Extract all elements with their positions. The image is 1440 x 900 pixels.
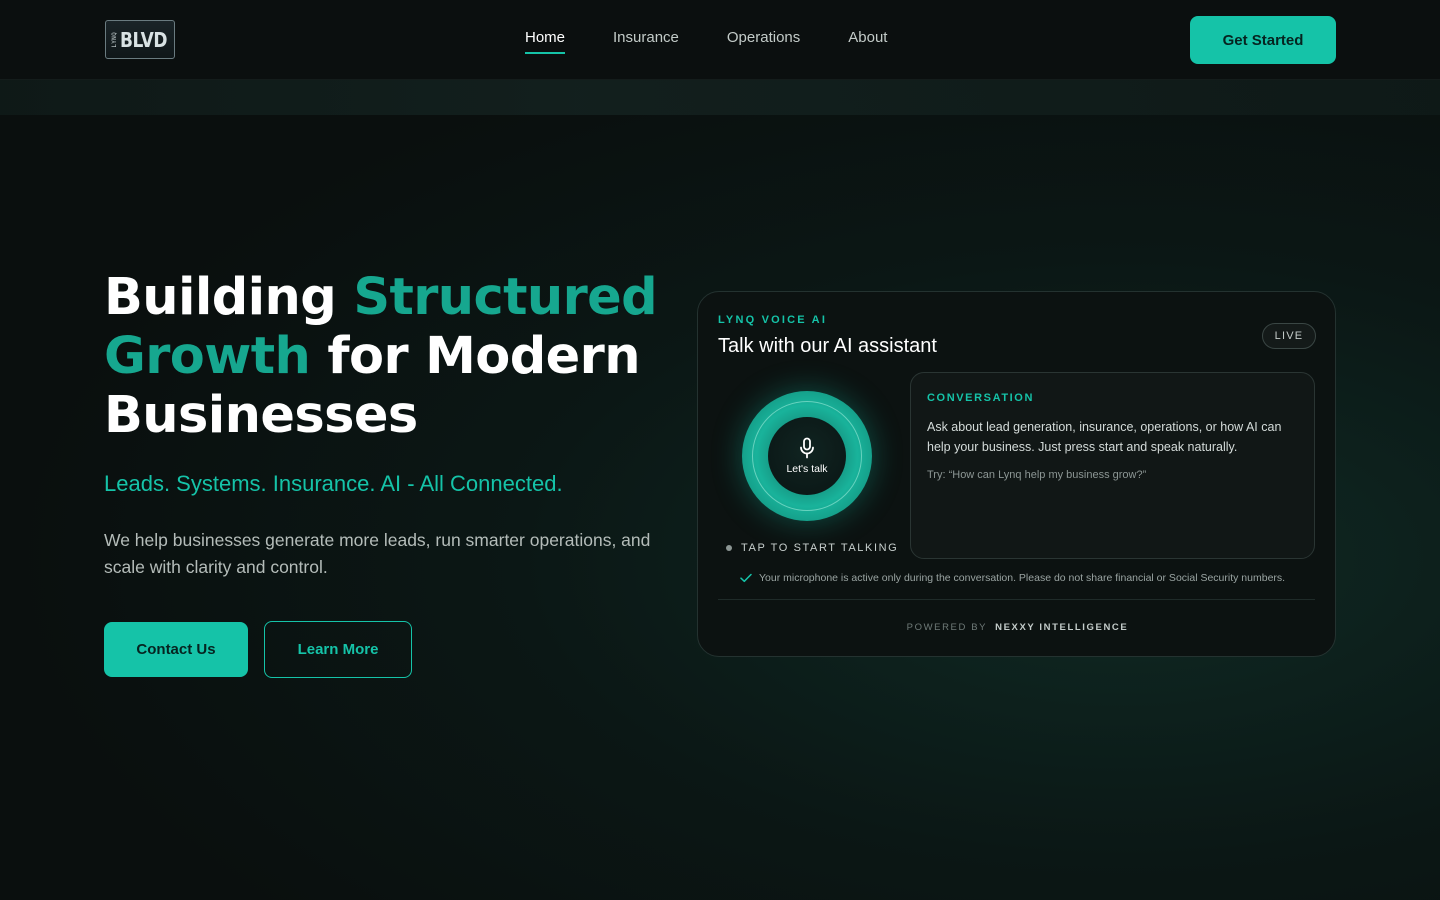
hero-title: Building Structured Growth for Modern Bu…: [104, 268, 664, 445]
brand-logo[interactable]: LYNQ BLVD: [105, 20, 175, 59]
card-eyebrow: LYNQ VOICE AI: [718, 314, 828, 326]
powered-by: POWERED BY NEXXY INTELLIGENCE: [698, 622, 1337, 633]
nav-item-insurance[interactable]: Insurance: [613, 28, 679, 56]
hero-tagline: Leads. Systems. Insurance. AI - All Conn…: [104, 471, 563, 496]
hero-title-part1: Building: [104, 268, 354, 327]
microphone-notice: Your microphone is active only during th…: [740, 572, 1285, 584]
nav-item-operations[interactable]: Operations: [727, 28, 800, 56]
orb-label: Let's talk: [786, 463, 828, 475]
talk-orb-button[interactable]: Let's talk: [742, 391, 872, 521]
learn-more-button[interactable]: Learn More: [264, 621, 412, 678]
microphone-notice-text: Your microphone is active only during th…: [759, 572, 1286, 584]
contact-us-button[interactable]: Contact Us: [104, 622, 248, 677]
powered-by-brand[interactable]: NEXXY INTELLIGENCE: [995, 622, 1128, 633]
tap-to-talk-text: TAP TO START TALKING: [741, 542, 899, 554]
powered-by-label: POWERED BY: [906, 622, 987, 633]
conversation-text: Ask about lead generation, insurance, op…: [927, 420, 1282, 454]
logo-small-text: LYNQ: [111, 31, 118, 48]
header-band: [0, 80, 1440, 115]
check-icon: [740, 573, 752, 583]
conversation-try-prompt: Try: “How can Lynq help my business grow…: [927, 469, 1147, 481]
hero-description: We help businesses generate more leads, …: [104, 530, 651, 577]
tap-to-talk-label: TAP TO START TALKING: [726, 542, 898, 554]
site-header: LYNQ BLVD Home Insurance Operations Abou…: [0, 0, 1440, 80]
conversation-panel: CONVERSATION Ask about lead generation, …: [910, 372, 1315, 559]
live-badge: LIVE: [1262, 323, 1316, 349]
conversation-eyebrow: CONVERSATION: [927, 392, 1035, 404]
status-dot: [726, 545, 732, 551]
microphone-icon: [800, 437, 814, 459]
orb-core[interactable]: Let's talk: [768, 417, 846, 495]
card-divider: [718, 599, 1315, 600]
voice-ai-card: LYNQ VOICE AI Talk with our AI assistant…: [697, 291, 1336, 657]
main-nav: Home Insurance Operations About: [525, 28, 887, 56]
nav-item-about[interactable]: About: [848, 28, 887, 56]
get-started-button[interactable]: Get Started: [1190, 16, 1336, 64]
nav-item-home[interactable]: Home: [525, 28, 566, 56]
logo-main-text: BLVD: [120, 27, 168, 52]
card-title: Talk with our AI assistant: [718, 335, 937, 357]
